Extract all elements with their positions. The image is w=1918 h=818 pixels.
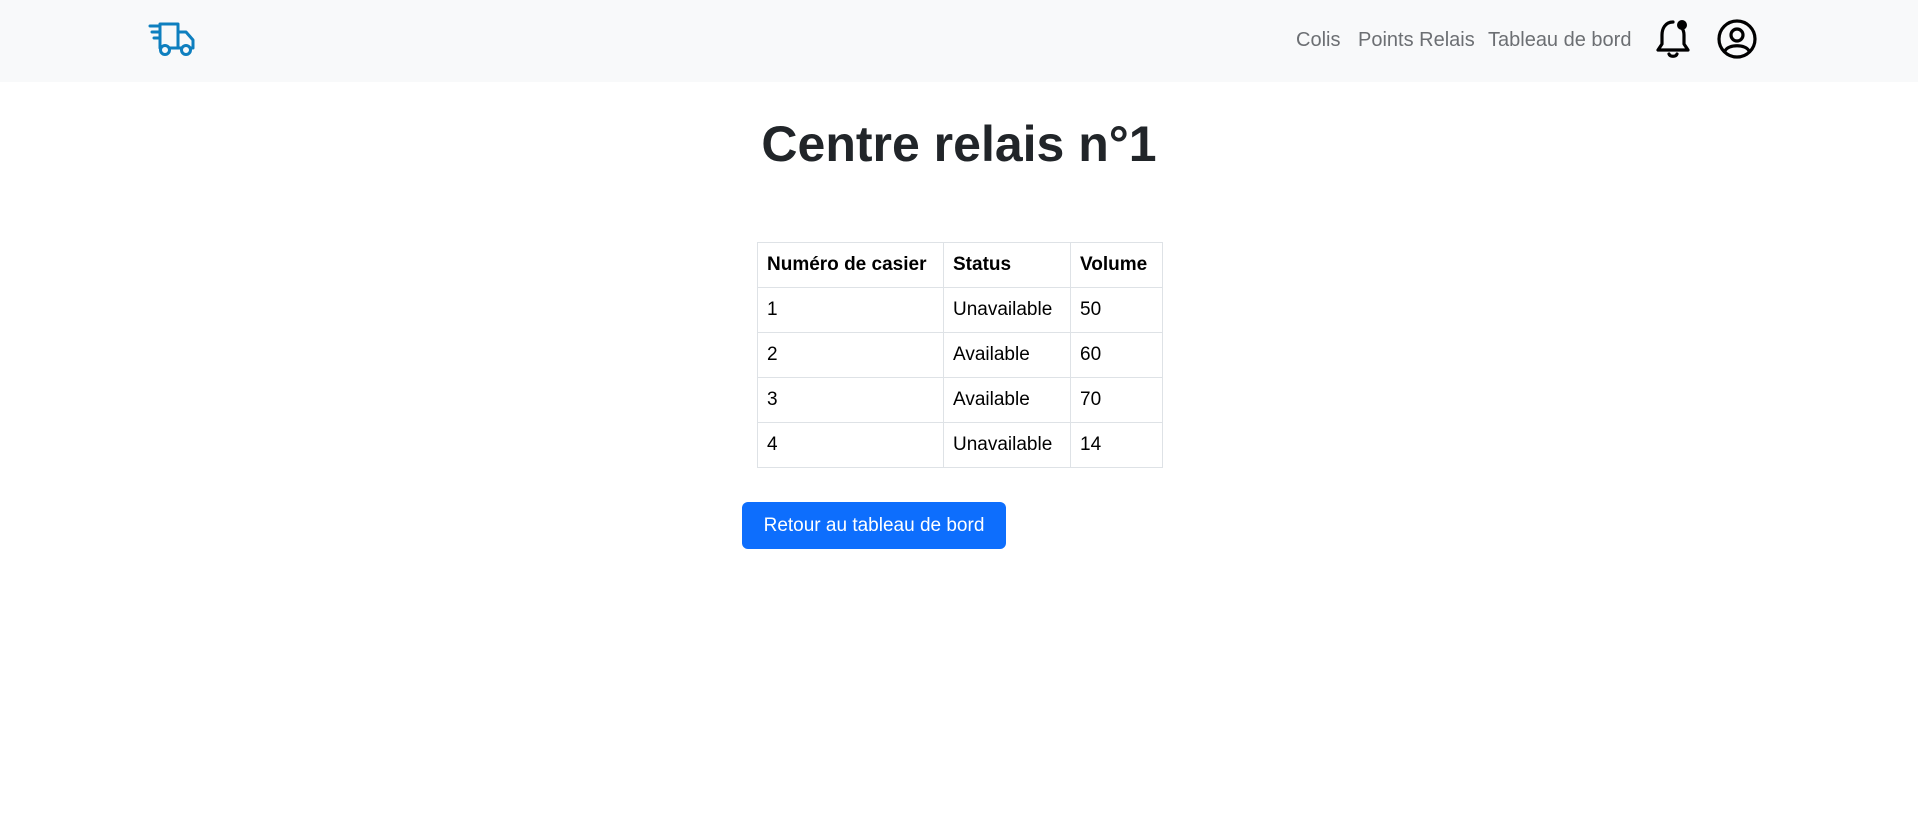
column-header-status: Status (943, 242, 1071, 288)
table-row: 2 Available 60 (757, 332, 1163, 378)
bell-icon[interactable] (1654, 18, 1692, 60)
cell-numero: 2 (757, 332, 944, 378)
lockers-table: Numéro de casier Status Volume 1 Unavail… (757, 242, 1163, 468)
cell-numero: 1 (757, 287, 944, 333)
table-row: 3 Available 70 (757, 377, 1163, 423)
cell-status: Unavailable (943, 287, 1071, 333)
user-circle-icon[interactable] (1716, 18, 1758, 60)
nav-link-tableau-de-bord[interactable]: Tableau de bord (1488, 28, 1631, 52)
table-row: 1 Unavailable 50 (757, 287, 1163, 333)
table-header-row: Numéro de casier Status Volume (757, 242, 1163, 288)
cell-numero: 4 (757, 422, 944, 468)
nav-link-colis[interactable]: Colis (1296, 28, 1340, 52)
cell-status: Available (943, 377, 1071, 423)
cell-volume: 60 (1070, 332, 1163, 378)
cell-status: Available (943, 332, 1071, 378)
nav-links: Colis Points Relais Tableau de bord (0, 0, 1918, 82)
column-header-volume: Volume (1070, 242, 1163, 288)
column-header-numero: Numéro de casier (757, 242, 944, 288)
cell-volume: 50 (1070, 287, 1163, 333)
cell-volume: 70 (1070, 377, 1163, 423)
back-to-dashboard-button[interactable]: Retour au tableau de bord (742, 502, 1006, 549)
cell-status: Unavailable (943, 422, 1071, 468)
cell-volume: 14 (1070, 422, 1163, 468)
top-navbar: Colis Points Relais Tableau de bord (0, 0, 1918, 82)
cell-numero: 3 (757, 377, 944, 423)
nav-link-points-relais[interactable]: Points Relais (1358, 28, 1475, 52)
page-title: Centre relais n°1 (761, 116, 1157, 172)
table-row: 4 Unavailable 14 (757, 422, 1163, 468)
